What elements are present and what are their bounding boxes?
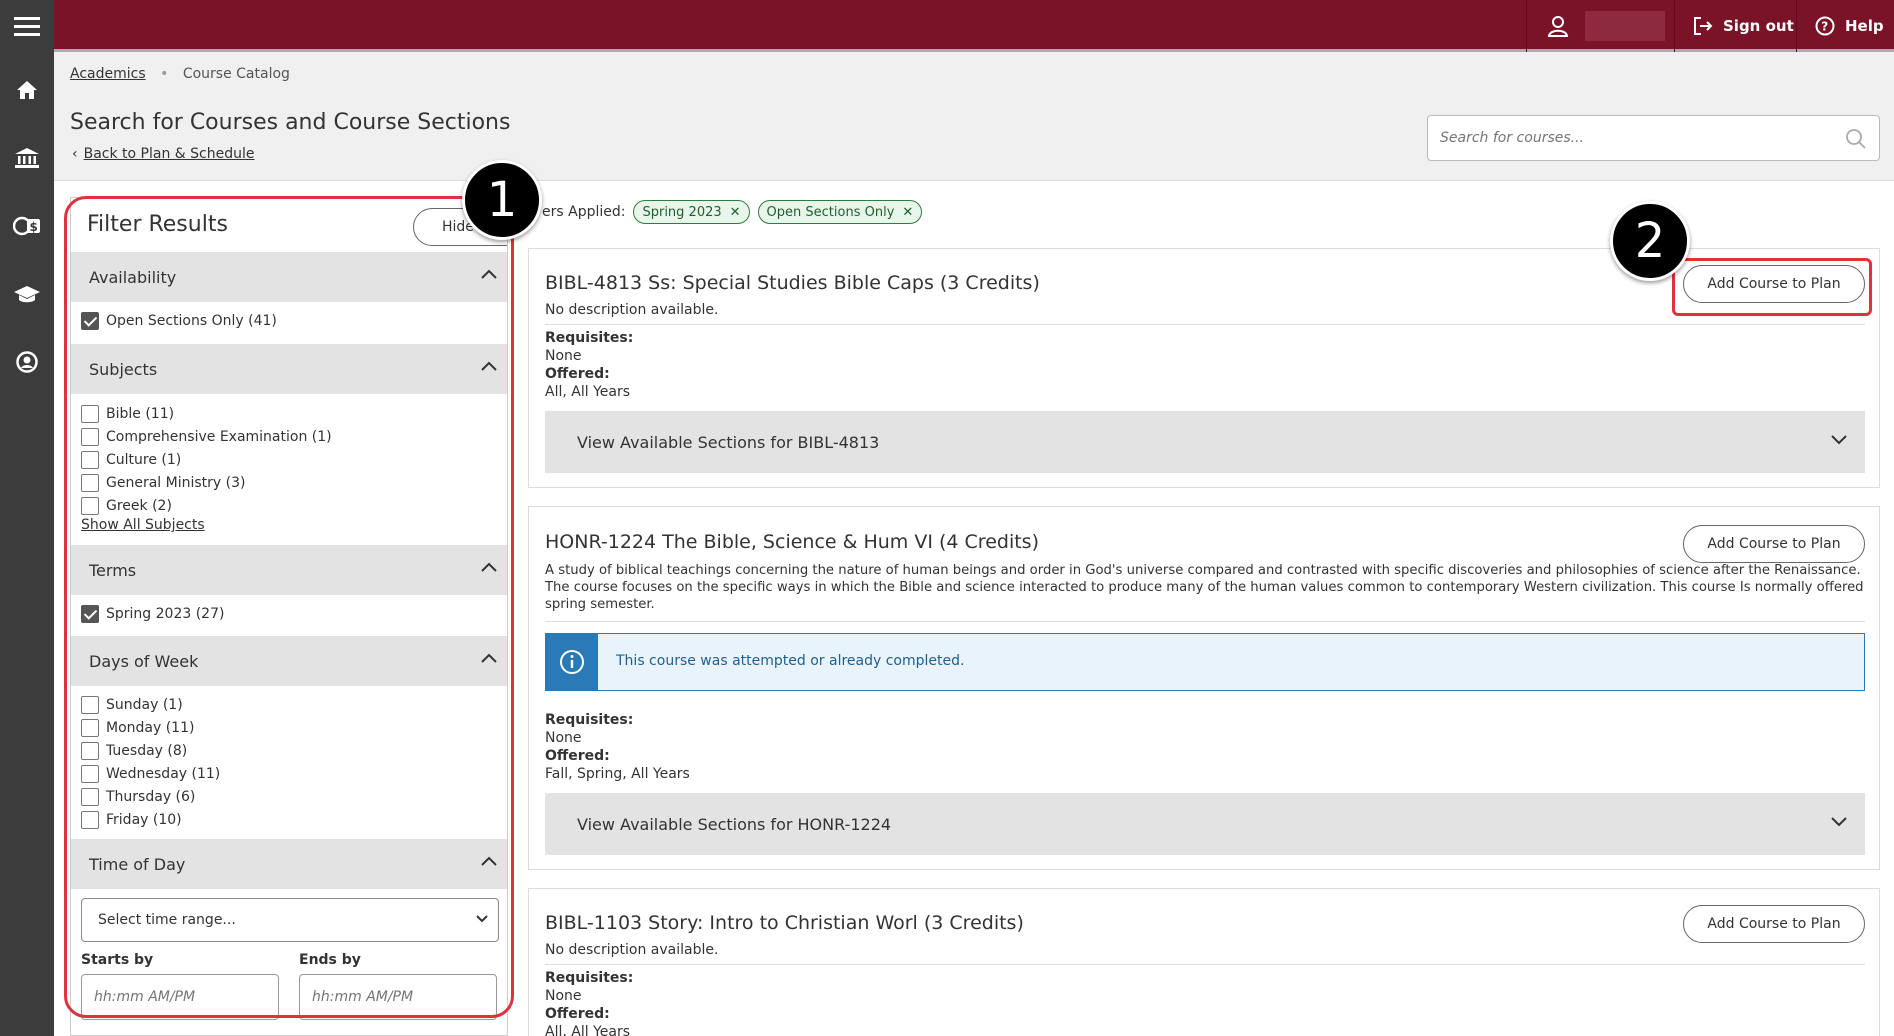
home-icon[interactable] [0,68,54,112]
user-menu[interactable] [1526,0,1674,52]
view-sections-label: View Available Sections for HONR-1224 [577,814,892,834]
page-title: Search for Courses and Course Sections [70,110,511,135]
offered-value: Fall, Spring, All Years [545,766,690,782]
offered-value: All, All Years [545,1024,630,1036]
info-message: This course was attempted or already com… [616,653,965,669]
back-to-plan-link[interactable]: ‹ Back to Plan & Schedule [72,146,255,162]
svg-text:?: ? [1821,20,1828,34]
search-icon[interactable] [1845,128,1867,150]
help-button[interactable]: ? Help [1796,0,1894,52]
divider [545,964,1865,965]
breadcrumb-current: Course Catalog [182,66,290,82]
academics-building-icon[interactable] [0,136,54,180]
divider [545,324,1865,325]
graduation-cap-icon[interactable] [0,272,54,316]
search-input[interactable] [1428,116,1828,160]
course-card: HONR-1224 The Bible, Science & Hum VI (4… [528,506,1880,870]
course-description: No description available. [545,942,719,958]
offered-label: Offered: [545,1006,610,1022]
course-description: No description available. [545,302,719,318]
info-alert: This course was attempted or already com… [545,633,1865,691]
view-sections-toggle[interactable]: View Available Sections for HONR-1224 [545,793,1865,855]
breadcrumb: Academics • Course Catalog [70,66,290,82]
view-sections-label: View Available Sections for BIBL-4813 [577,432,880,452]
requisites-label: Requisites: [545,970,634,986]
requisites-value: None [545,730,582,746]
requisites-label: Requisites: [545,712,634,728]
info-icon [546,634,598,690]
annotation-highlight-filter [64,196,514,1018]
sign-out-icon [1694,17,1713,35]
filter-pill-label: Open Sections Only [766,204,895,220]
filters-applied-label: ers Applied: [542,204,626,220]
chevron-left-icon: ‹ [72,146,78,162]
svg-text:$: $ [30,220,38,234]
close-icon[interactable]: ✕ [730,205,741,220]
requisites-label: Requisites: [545,330,634,346]
help-icon: ? [1815,16,1835,36]
offered-value: All, All Years [545,384,630,400]
annotation-badge: 1 [462,160,542,240]
course-description: A study of biblical teachings concerning… [545,563,1864,612]
course-requisites: Requisites: None Offered: All, All Years [545,329,633,401]
help-label: Help [1845,17,1884,35]
hamburger-menu-icon[interactable] [0,4,54,48]
requisites-value: None [545,348,582,364]
course-title: HONR-1224 The Bible, Science & Hum VI (4… [545,531,1039,553]
top-bar: Sign out ? Help [54,0,1894,52]
requisites-value: None [545,988,582,1004]
chevron-down-icon [1831,817,1847,827]
user-name-redacted [1585,11,1665,41]
filter-pill[interactable]: Spring 2023 ✕ [633,200,750,224]
add-course-button[interactable]: Add Course to Plan [1683,525,1865,563]
left-nav-rail: $ [0,0,54,1036]
offered-label: Offered: [545,366,610,382]
sign-out-button[interactable]: Sign out [1674,0,1796,52]
course-card: BIBL-1103 Story: Intro to Christian Worl… [528,888,1880,1036]
course-title: BIBL-4813 Ss: Special Studies Bible Caps… [545,272,1040,294]
profile-icon[interactable] [0,340,54,384]
divider [545,621,1865,622]
annotation-badge: 2 [1610,201,1690,281]
sign-out-label: Sign out [1723,17,1794,35]
course-search [1427,115,1880,161]
add-course-button[interactable]: Add Course to Plan [1683,905,1865,943]
breadcrumb-separator: • [160,66,169,82]
view-sections-toggle[interactable]: View Available Sections for BIBL-4813 [545,411,1865,473]
course-title: BIBL-1103 Story: Intro to Christian Worl… [545,912,1024,934]
filter-pill[interactable]: Open Sections Only ✕ [757,200,923,224]
offered-label: Offered: [545,748,610,764]
breadcrumb-academics-link[interactable]: Academics [70,66,146,82]
course-requisites: Requisites: None Offered: Fall, Spring, … [545,711,690,783]
course-requisites: Requisites: None Offered: All, All Years [545,969,633,1036]
annotation-highlight-add-button [1672,258,1872,316]
close-icon[interactable]: ✕ [902,205,913,220]
back-link-label: Back to Plan & Schedule [83,146,255,162]
filter-pill-label: Spring 2023 [642,204,722,220]
finance-icon[interactable]: $ [0,204,54,248]
chevron-down-icon [1831,435,1847,445]
user-icon [1547,16,1569,37]
filters-applied: ers Applied: Spring 2023 ✕ Open Sections … [542,200,923,224]
